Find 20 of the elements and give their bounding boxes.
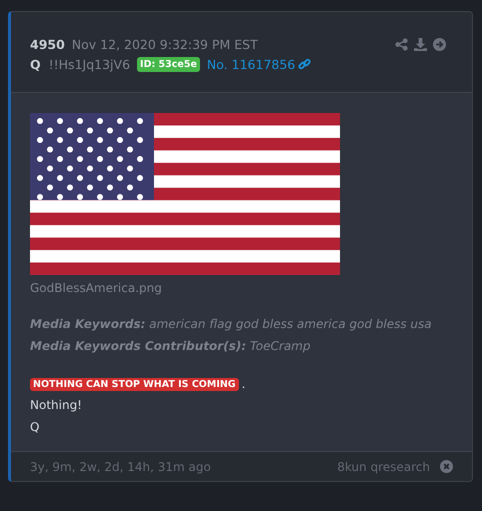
author-name: Q (30, 56, 41, 72)
id-badge: ID: 53ce5e (137, 56, 200, 72)
post-number: 4950 (30, 36, 65, 52)
message-line: Nothing! (30, 397, 83, 414)
source-label: 8kun qresearch (337, 460, 430, 474)
link-icon[interactable] (298, 58, 312, 70)
arrow-right-circle-icon[interactable] (433, 38, 446, 50)
file-name: GodBlessAmerica.png (30, 281, 163, 295)
post-age: 3y, 9m, 2w, 2d, 14h, 31m ago (30, 460, 211, 474)
punctuation: . (242, 377, 246, 391)
close-icon[interactable] (440, 460, 453, 473)
share-icon[interactable] (395, 38, 408, 50)
post-link[interactable]: No. 11617856 (206, 56, 296, 72)
keywords-line: Media Keywords Contributor(s): ToeCramp (30, 338, 312, 355)
post-timestamp: Nov 12, 2020 9:32:39 PM EST (72, 36, 258, 52)
keywords-line: Media Keywords: american flag god bless america god bless usa (30, 316, 433, 333)
highlighted-text: NOTHING CAN STOP WHAT IS COMING (30, 378, 239, 390)
download-icon[interactable] (414, 38, 427, 50)
tripcode: !!Hs1Jq13jV6 (48, 56, 130, 72)
message-line: Q (30, 419, 40, 436)
